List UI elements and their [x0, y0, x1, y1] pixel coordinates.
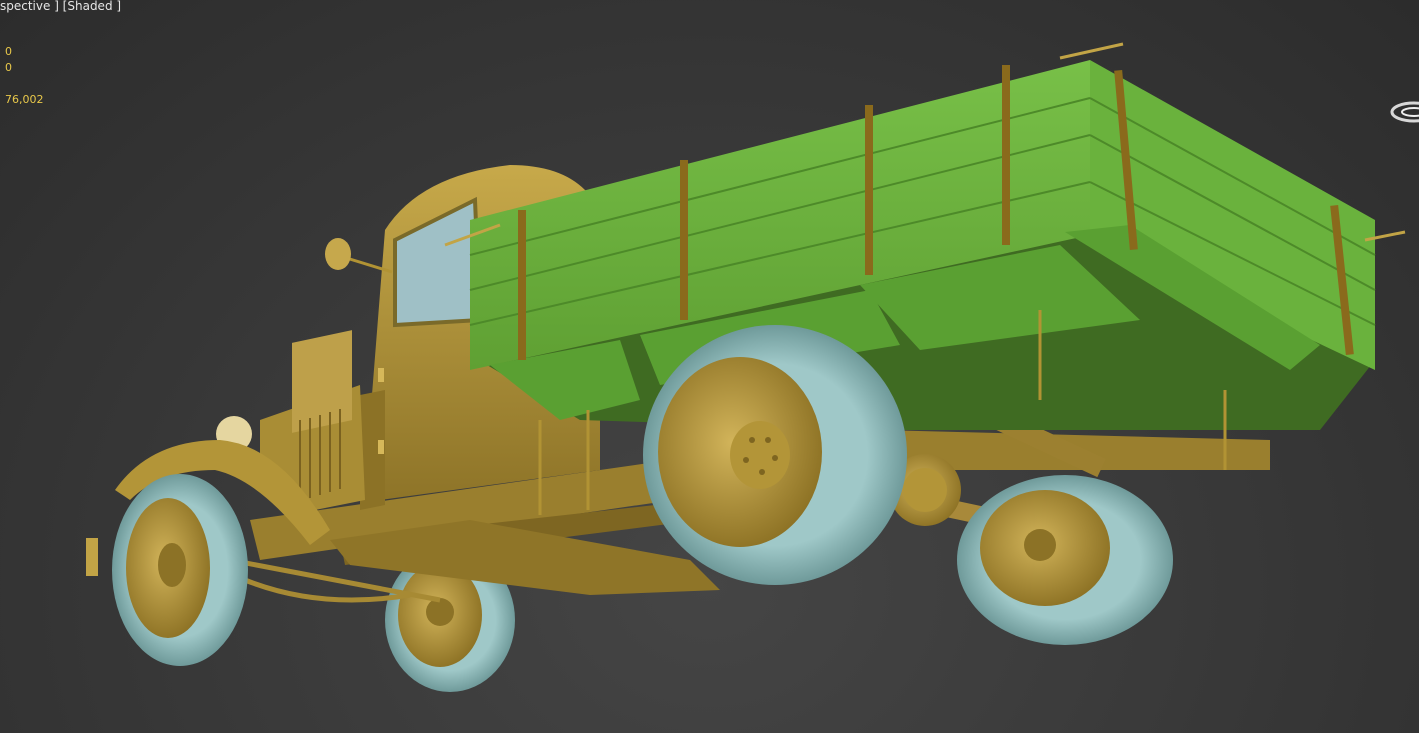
front-bumper — [86, 538, 98, 576]
front-wheel-near — [112, 474, 248, 666]
viewcube-ring-icon[interactable] — [1390, 100, 1419, 124]
rear-wheel-far — [957, 475, 1173, 645]
side-mirror — [325, 238, 393, 274]
rear-wheel-near — [643, 325, 907, 585]
truck-model[interactable] — [0, 0, 1419, 733]
3d-viewport[interactable]: spective ] [Shaded ] 0 0 76,002 — [0, 0, 1419, 733]
